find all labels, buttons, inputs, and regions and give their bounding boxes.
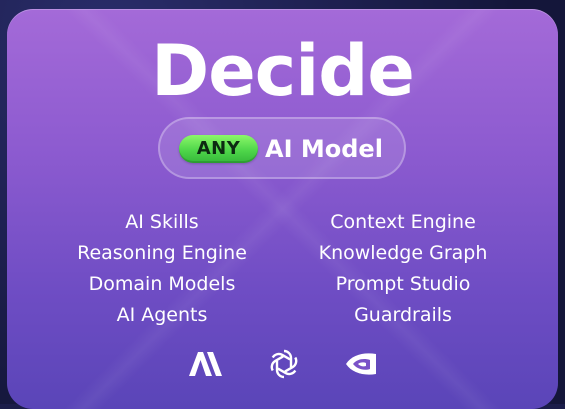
- feature-item: Knowledge Graph: [318, 242, 488, 264]
- feature-item: Prompt Studio: [335, 273, 471, 295]
- feature-item: Context Engine: [330, 211, 476, 233]
- anthropic-icon: [189, 352, 222, 376]
- feature-list-left: AI Skills Reasoning Engine Domain Models…: [32, 207, 292, 331]
- feature-item: Guardrails: [354, 304, 452, 326]
- decide-card: Decide ANY AI Model AI Skills Reasoning …: [7, 9, 558, 409]
- model-logos: [7, 344, 558, 384]
- feature-item: AI Agents: [116, 304, 208, 326]
- feature-item: Domain Models: [88, 273, 236, 295]
- card-title: Decide: [151, 30, 415, 112]
- feature-item: Reasoning Engine: [77, 242, 247, 264]
- any-badge: ANY: [179, 135, 258, 163]
- openai-icon: [270, 349, 298, 379]
- nvidia-icon: [346, 353, 376, 375]
- ai-model-label: AI Model: [265, 135, 383, 163]
- feature-item: AI Skills: [125, 211, 199, 233]
- feature-list-right: Context Engine Knowledge Graph Prompt St…: [273, 207, 533, 331]
- any-ai-model-pill: ANY AI Model: [158, 117, 406, 179]
